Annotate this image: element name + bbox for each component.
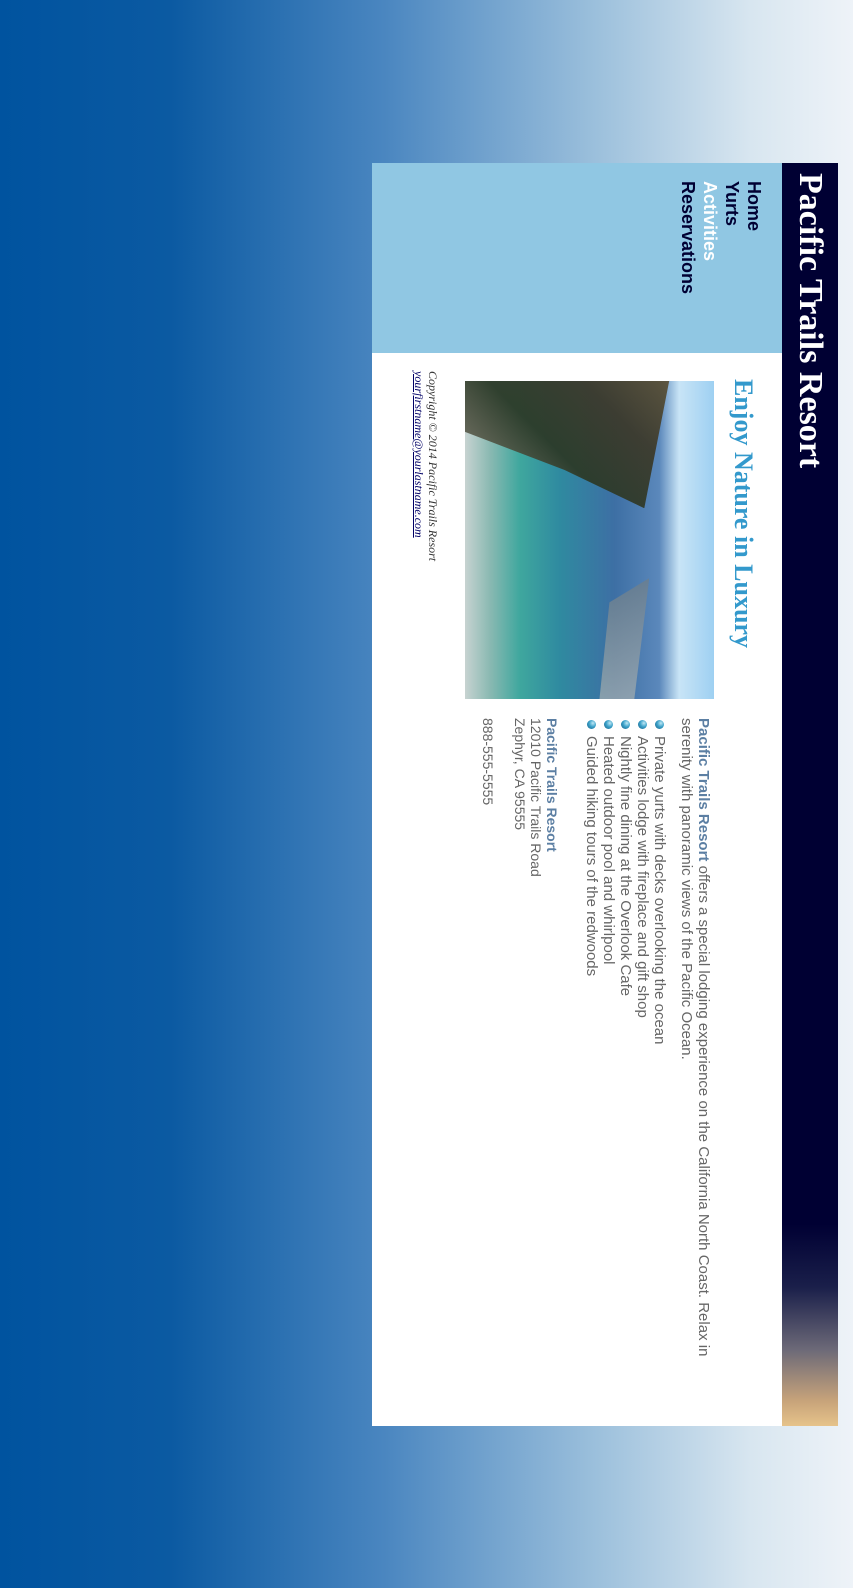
copyright-text: Copyright © 2014 Pacific Trails Resort xyxy=(426,371,440,562)
features-list: Private yurts with decks overlooking the… xyxy=(583,718,668,1408)
bullet-icon xyxy=(621,720,630,729)
intro-paragraph: Pacific Trails Resort offers a special l… xyxy=(678,718,712,1408)
photo-cliff-shape xyxy=(465,381,714,508)
page-heading: Enjoy Nature in Luxury xyxy=(729,379,758,648)
nav-link-yurts[interactable]: Yurts xyxy=(721,181,743,294)
bullet-icon xyxy=(587,720,596,729)
feature-text: Heated outdoor pool and whirlpool xyxy=(600,736,617,965)
list-item: Nightly fine dining at the Overlook Cafe xyxy=(617,718,634,1408)
site-footer: Copyright © 2014 Pacific Trails Resort y… xyxy=(412,371,440,771)
site-header: Pacific Trails Resort xyxy=(782,163,838,1426)
contact-phone: 888-555-5555 xyxy=(480,718,496,806)
coastline-photo xyxy=(465,381,714,699)
contact-street: 12010 Pacific Trails Road xyxy=(528,718,544,877)
nav-item-yurts: Yurts xyxy=(721,181,743,294)
contact-name: Pacific Trails Resort xyxy=(544,718,560,852)
rotated-page: Pacific Trails Resort Home Yurts Activit… xyxy=(372,163,838,1426)
sidebar-nav: Home Yurts Activities Reservations xyxy=(372,163,782,353)
list-item: Guided hiking tours of the redwoods xyxy=(583,718,600,1408)
feature-text: Private yurts with decks overlooking the… xyxy=(651,736,668,1045)
list-item: Activities lodge with fireplace and gift… xyxy=(634,718,651,1408)
bullet-icon xyxy=(655,720,664,729)
list-item: Private yurts with decks overlooking the… xyxy=(651,718,668,1408)
nav-item-activities: Activities xyxy=(699,181,721,294)
email-link[interactable]: yourfirstname@yourlastname.com xyxy=(412,371,426,771)
nav-link-home[interactable]: Home xyxy=(743,181,765,294)
feature-text: Guided hiking tours of the redwoods xyxy=(583,736,600,977)
intro-brand-name: Pacific Trails Resort xyxy=(695,718,712,862)
bullet-icon xyxy=(604,720,613,729)
feature-text: Activities lodge with fireplace and gift… xyxy=(634,736,651,1018)
nav-item-reservations: Reservations xyxy=(677,181,699,294)
nav-item-home: Home xyxy=(743,181,765,294)
nav-link-activities[interactable]: Activities xyxy=(699,181,721,294)
feature-text: Nightly fine dining at the Overlook Cafe xyxy=(617,736,634,997)
nav-list: Home Yurts Activities Reservations xyxy=(677,181,765,294)
bullet-icon xyxy=(638,720,647,729)
contact-block: Pacific Trails Resort 12010 Pacific Trai… xyxy=(480,718,560,1118)
site-title: Pacific Trails Resort xyxy=(792,173,829,469)
page-container: Pacific Trails Resort Home Yurts Activit… xyxy=(372,163,838,1426)
list-item: Heated outdoor pool and whirlpool xyxy=(600,718,617,1408)
nav-link-reservations[interactable]: Reservations xyxy=(677,181,699,294)
photo-headland-shape xyxy=(599,578,649,699)
contact-city: Zephyr, CA 95555 xyxy=(512,718,528,831)
